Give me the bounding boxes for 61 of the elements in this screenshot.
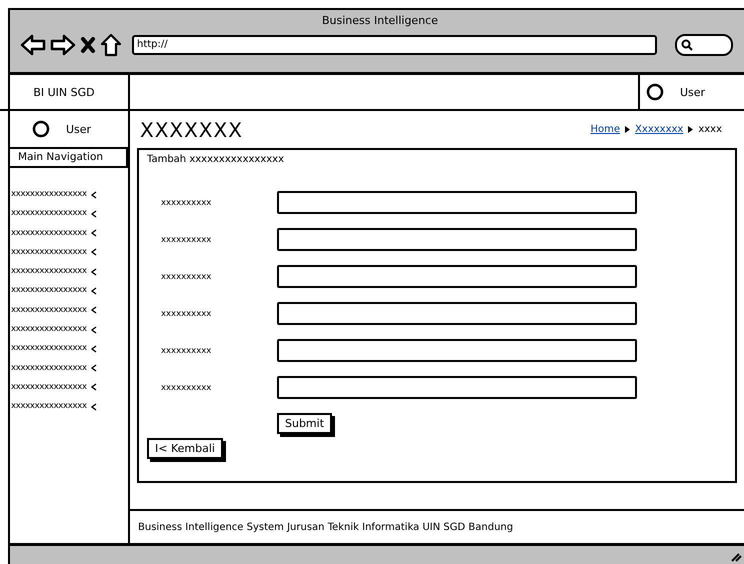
- chevron-right-icon: [624, 125, 632, 134]
- field-label: xxxxxxxxxx: [160, 272, 212, 282]
- nav-item[interactable]: xxxxxxxxxxxxxxxx: [10, 226, 128, 240]
- chevron-left-icon: [90, 190, 97, 198]
- input-field[interactable]: [277, 339, 637, 362]
- field-label: xxxxxxxxxx: [160, 308, 212, 318]
- chevron-left-icon: [90, 364, 97, 372]
- search-field[interactable]: [675, 34, 733, 56]
- nav-item[interactable]: xxxxxxxxxxxxxxxx: [10, 304, 128, 317]
- nav-item[interactable]: xxxxxxxxxxxxxxxx: [10, 246, 128, 259]
- field-label: xxxxxxxxxx: [160, 198, 212, 208]
- field-label: xxxxxxxxxx: [160, 382, 212, 392]
- page-title: XXXXXXX: [140, 118, 243, 142]
- back-arrow-icon[interactable]: [20, 34, 46, 56]
- chevron-left-icon: [90, 229, 97, 238]
- back-button[interactable]: I< Kembali: [147, 438, 223, 459]
- home-icon[interactable]: [100, 33, 122, 57]
- form-title: Tambah xxxxxxxxxxxxxxxx: [147, 154, 286, 165]
- close-icon[interactable]: [80, 36, 96, 54]
- address-field[interactable]: http://: [132, 35, 657, 55]
- breadcrumb-current: xxxx: [698, 124, 722, 135]
- nav-item[interactable]: xxxxxxxxxxxxxxxx: [10, 284, 128, 298]
- nav-item[interactable]: xxxxxxxxxxxxxxxx: [10, 323, 128, 336]
- chevron-left-icon: [90, 286, 97, 295]
- chevron-left-icon: [90, 268, 97, 276]
- nav-item[interactable]: xxxxxxxxxxxxxxxx: [10, 362, 128, 375]
- user-avatar-icon: [32, 120, 50, 138]
- user-name: User: [66, 122, 92, 136]
- field-label: xxxxxxxxxx: [160, 234, 212, 244]
- input-field[interactable]: [277, 191, 637, 214]
- chevron-left-icon: [90, 344, 97, 353]
- forward-arrow-icon[interactable]: [50, 34, 76, 56]
- chevron-left-icon: [90, 326, 97, 334]
- user-name: User: [680, 86, 706, 98]
- nav-item[interactable]: xxxxxxxxxxxxxxxx: [10, 380, 128, 394]
- window-title: Business Intelligence: [320, 13, 439, 27]
- navigation-heading: Main Navigation: [10, 147, 128, 168]
- submit-button[interactable]: Submit: [277, 413, 332, 434]
- field-label: xxxxxxxxxx: [160, 346, 212, 356]
- input-field[interactable]: [277, 228, 637, 251]
- chevron-left-icon: [90, 248, 97, 256]
- chevron-left-icon: [90, 402, 97, 411]
- chevron-left-icon: [90, 306, 97, 314]
- footer-text: Business Intelligence System Jurusan Teknik Informatika UIN SGD Bandung: [130, 509, 744, 541]
- nav-item[interactable]: xxxxxxxxxxxxxxxx: [10, 400, 128, 414]
- chevron-left-icon: [90, 383, 97, 392]
- chevron-left-icon: [90, 210, 97, 218]
- chevron-right-icon: [687, 125, 694, 134]
- user-avatar-icon: [646, 83, 664, 101]
- input-field[interactable]: [277, 265, 637, 288]
- nav-item[interactable]: xxxxxxxxxxxxxxxx: [10, 207, 128, 220]
- breadcrumb-link[interactable]: Home: [590, 124, 620, 135]
- nav-item[interactable]: xxxxxxxxxxxxxxxx: [10, 265, 128, 278]
- nav-item[interactable]: xxxxxxxxxxxxxxxx: [10, 188, 128, 201]
- brand-label: BI UIN SGD: [0, 75, 128, 111]
- user-menu[interactable]: User: [638, 75, 744, 109]
- nav-item[interactable]: xxxxxxxxxxxxxxxx: [10, 342, 128, 356]
- search-icon: [681, 39, 693, 51]
- input-field[interactable]: [277, 376, 637, 399]
- breadcrumb-link[interactable]: Xxxxxxxx: [635, 124, 684, 135]
- input-field[interactable]: [277, 302, 637, 325]
